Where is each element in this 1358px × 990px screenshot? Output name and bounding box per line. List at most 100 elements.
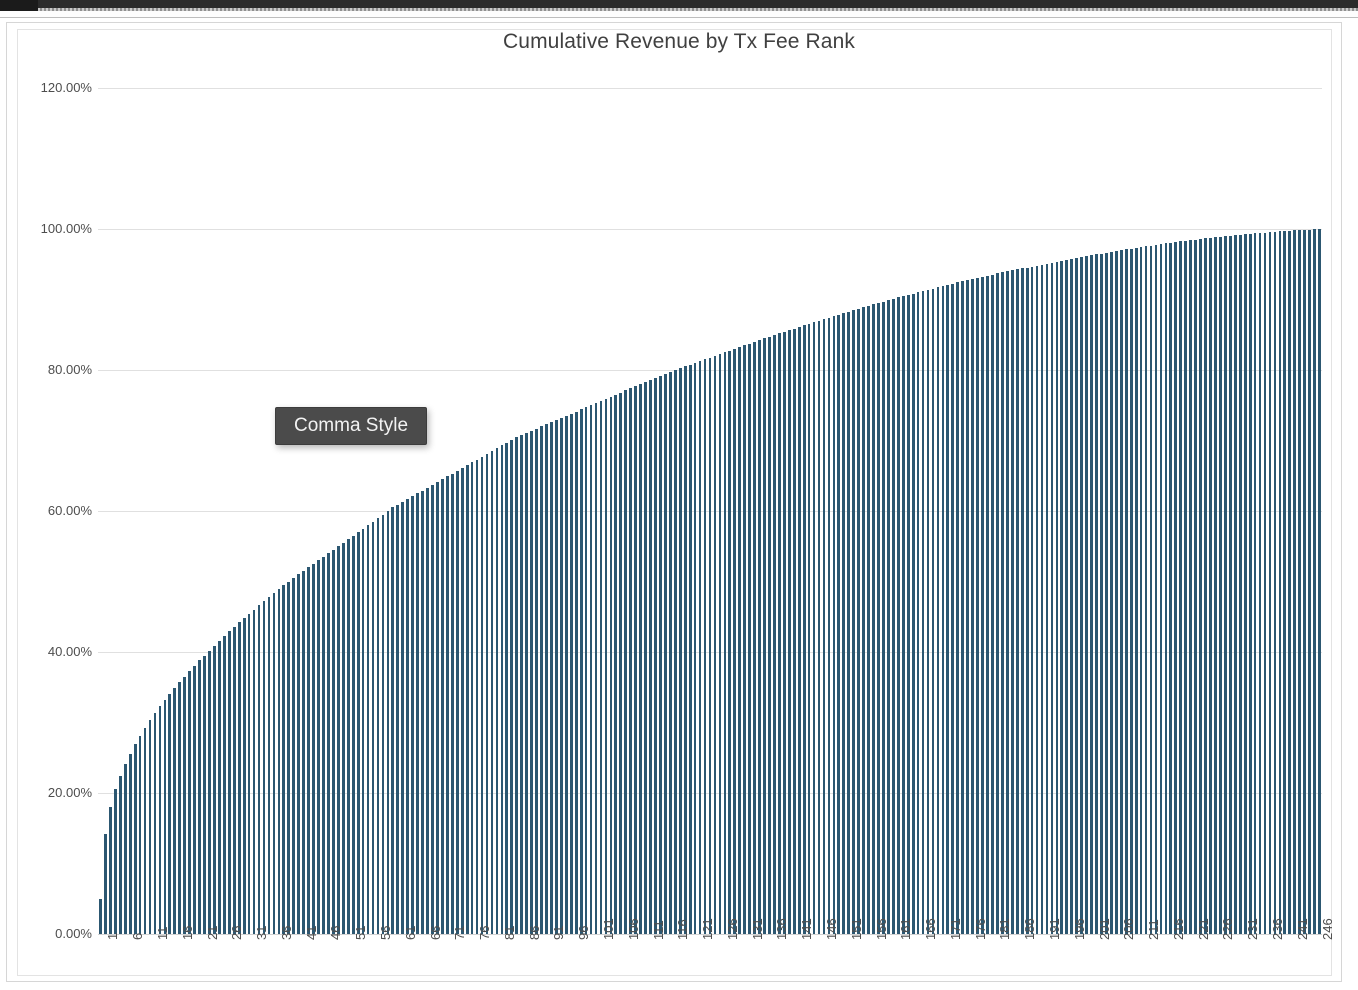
bar	[1139, 247, 1143, 934]
x-axis-tick-label: 31	[254, 925, 270, 940]
bar	[1169, 242, 1173, 934]
window-chrome-divider	[0, 17, 1358, 18]
bar	[1159, 244, 1163, 934]
bar	[896, 297, 900, 934]
bar	[475, 459, 479, 934]
bar	[906, 294, 910, 934]
bar	[322, 556, 325, 934]
x-axis-tick-label: 96	[576, 925, 592, 940]
bar	[584, 407, 588, 934]
bar	[936, 287, 940, 934]
bar	[158, 706, 162, 934]
bar	[1174, 242, 1178, 934]
bar	[455, 470, 459, 934]
y-axis-tick-label: 40.00%	[47, 644, 92, 659]
bar	[817, 320, 821, 934]
bar	[966, 280, 970, 934]
bar	[614, 394, 618, 934]
bar	[664, 373, 667, 934]
bar	[262, 601, 266, 934]
bar	[1050, 262, 1054, 934]
bar	[1095, 254, 1098, 934]
plot-area	[98, 88, 1322, 935]
x-axis-tick-label: 1	[105, 932, 121, 940]
x-axis-tick-label: 131	[749, 918, 765, 940]
bar	[768, 336, 771, 934]
bar	[1224, 236, 1227, 934]
bar	[956, 282, 960, 934]
x-axis-tick-label: 71	[452, 925, 468, 940]
bar	[1020, 268, 1024, 934]
bar	[143, 728, 147, 934]
bar	[277, 589, 281, 934]
bar	[104, 833, 107, 934]
bar	[386, 511, 390, 934]
bar	[188, 671, 192, 934]
bar	[1164, 243, 1168, 934]
bar	[882, 301, 885, 934]
x-axis-tick-label: 56	[378, 925, 394, 940]
x-axis-tick-label: 186	[1022, 918, 1038, 940]
bar	[1298, 230, 1302, 934]
bar	[1283, 231, 1287, 934]
bar	[500, 445, 504, 934]
bar	[351, 535, 355, 934]
bar	[1268, 232, 1272, 934]
bar	[282, 585, 286, 934]
bar	[287, 581, 291, 934]
bar	[213, 645, 216, 934]
bar	[733, 348, 737, 934]
bar	[530, 430, 533, 934]
bar	[1258, 233, 1262, 934]
x-axis-tick-label: 16	[179, 925, 195, 940]
bar	[941, 285, 945, 934]
bar	[361, 528, 365, 934]
bar	[1045, 263, 1049, 934]
x-axis-tick-label: 101	[601, 918, 617, 940]
bar	[317, 560, 320, 934]
bar	[1293, 230, 1297, 934]
bar	[1184, 240, 1188, 934]
x-axis-tick-label: 61	[402, 925, 418, 940]
bar	[153, 713, 157, 934]
bar	[668, 371, 672, 934]
bar	[971, 279, 974, 934]
bar	[332, 549, 335, 934]
bar	[559, 417, 563, 934]
bar	[1149, 245, 1153, 934]
chart-title[interactable]: Cumulative Revenue by Tx Fee Rank	[0, 30, 1358, 54]
bar	[996, 273, 999, 934]
x-axis-tick-label: 141	[799, 918, 815, 940]
bar	[128, 753, 132, 934]
x-axis-tick-label: 196	[1071, 918, 1087, 940]
bar	[1273, 231, 1277, 934]
y-axis-tick-label: 100.00%	[40, 221, 92, 236]
bar	[1040, 264, 1044, 934]
x-axis-tick-label: 86	[526, 925, 542, 940]
x-axis-tick-label: 6	[130, 932, 146, 940]
x-axis-tick-label: 111	[650, 920, 666, 940]
bar	[307, 567, 310, 934]
bar	[718, 354, 722, 934]
bar	[1001, 272, 1004, 934]
bar	[550, 422, 553, 934]
bar	[738, 347, 742, 934]
bar	[1243, 234, 1247, 934]
bar	[778, 333, 781, 934]
bar	[693, 362, 697, 934]
bar	[1253, 233, 1257, 934]
bar	[1278, 231, 1282, 934]
x-axis-tick-label: 116	[675, 919, 691, 940]
bar	[113, 789, 117, 934]
x-axis-tick-label: 36	[278, 925, 294, 940]
bar	[678, 368, 682, 934]
bar	[753, 341, 756, 934]
bar	[391, 507, 395, 934]
bar	[891, 298, 895, 934]
bar-series	[98, 88, 1322, 934]
spreadsheet-chart-screen: Cumulative Revenue by Tx Fee Rank 0.00% 2…	[0, 0, 1358, 990]
bar	[867, 305, 870, 934]
bar	[1228, 235, 1232, 934]
bar	[173, 687, 177, 934]
x-axis-tick-label: 246	[1319, 918, 1335, 940]
